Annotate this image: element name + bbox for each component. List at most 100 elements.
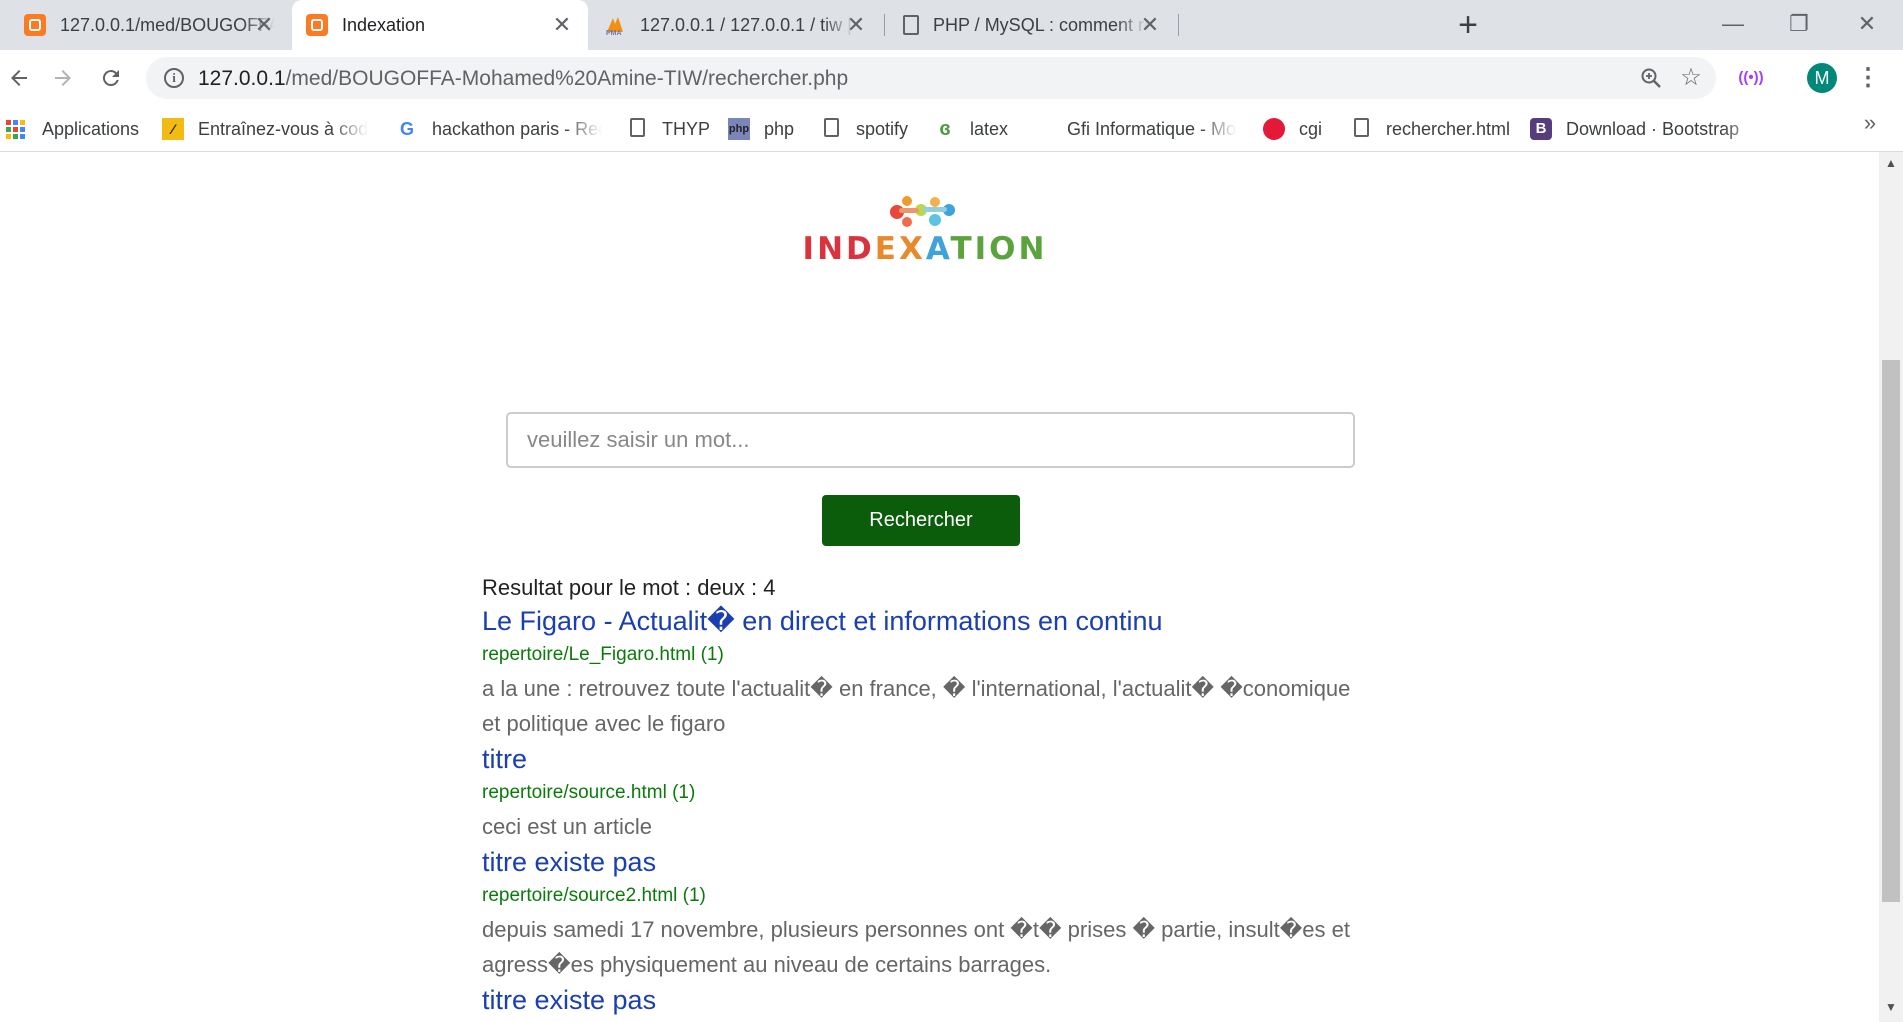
cgi-icon	[1263, 118, 1285, 140]
result-item: titre repertoire/source.html (1) ceci es…	[482, 741, 1362, 844]
search-button[interactable]: Rechercher	[822, 495, 1020, 546]
info-icon[interactable]: i	[164, 68, 184, 88]
overleaf-icon: ɞ	[939, 118, 951, 140]
result-title-link[interactable]: titre	[482, 741, 1362, 777]
bookmark-hackathon[interactable]: G hackathon paris - Rec	[396, 115, 602, 143]
forward-arrow-icon	[55, 70, 71, 86]
php-icon: php	[728, 118, 750, 140]
bookmark-codingame[interactable]: ⁄ Entraînez-vous à coder	[162, 115, 368, 143]
bookmark-cgi[interactable]: cgi	[1263, 115, 1322, 143]
logo-letter: I	[802, 231, 818, 267]
address-bar[interactable]: i 127.0.0.1/med/BOUGOFFA-Mohamed%20Amine…	[146, 57, 1716, 99]
result-summary: Resultat pour le mot : deux : 4	[482, 575, 776, 600]
restore-button[interactable]: ❐	[1774, 4, 1824, 44]
logo-letter: D	[846, 231, 875, 267]
back-arrow-icon	[11, 70, 27, 86]
bookmark-php[interactable]: php php	[728, 115, 794, 143]
bookmark-rechercher[interactable]: rechercher.html	[1350, 115, 1510, 143]
tab-title: 127.0.0.1/med/BOUGOFFA-Mohamed Amine-TIW	[60, 14, 275, 35]
bookmark-bootstrap[interactable]: B Download · Bootstrap	[1530, 115, 1766, 143]
browser-window: 127.0.0.1/med/BOUGOFFA-Mohamed Amine-TIW…	[0, 0, 1903, 1022]
xampp-icon	[24, 14, 46, 36]
scroll-down-arrow-icon[interactable]: ▼	[1885, 1000, 1897, 1014]
scroll-up-arrow-icon[interactable]: ▲	[1885, 156, 1897, 170]
kebab-menu-icon[interactable]: ⋮	[1856, 63, 1880, 93]
logo-letter: N	[1018, 231, 1048, 267]
bookmark-spotify[interactable]: spotify	[820, 115, 908, 143]
google-icon: G	[399, 119, 414, 139]
logo-letter: T	[950, 231, 975, 267]
logo-letter: I	[974, 231, 990, 267]
codingame-icon: ⁄	[162, 118, 184, 140]
bookmark-label: php	[764, 118, 795, 139]
bookmarks-overflow-button[interactable]: »	[1858, 110, 1882, 136]
new-tab-button[interactable]: +	[1448, 6, 1488, 46]
close-tab-icon[interactable]: ✕	[252, 13, 276, 37]
result-title-link[interactable]: titre existe pas	[482, 844, 1362, 880]
bookmark-label: hackathon paris - Rec	[432, 118, 602, 139]
url-text[interactable]: 127.0.0.1/med/BOUGOFFA-Mohamed%20Amine-T…	[198, 67, 848, 91]
svg-text:PMA: PMA	[606, 30, 622, 36]
bookmark-thyp[interactable]: THYP	[626, 115, 710, 143]
phpmyadmin-icon: PMA	[604, 14, 626, 37]
close-tab-icon[interactable]: ✕	[550, 13, 574, 37]
bookmark-label: Applications	[42, 118, 140, 139]
zoom-icon[interactable]	[1636, 63, 1666, 93]
xampp-icon	[306, 14, 328, 36]
document-icon	[1350, 118, 1372, 140]
bookmarks-bar: Applications ⁄ Entraînez-vous à coder G …	[0, 106, 1903, 152]
result-snippet: ceci est un article	[482, 814, 652, 839]
bookmark-label: rechercher.html	[1386, 118, 1511, 139]
scrollbar-thumb[interactable]	[1882, 360, 1900, 902]
avatar[interactable]: M	[1807, 63, 1837, 93]
minimize-button[interactable]: —	[1708, 4, 1758, 44]
apps-grid-icon	[6, 118, 28, 140]
tab-separator	[884, 14, 885, 36]
search-results: Resultat pour le mot : deux : 4 Le Figar…	[482, 572, 1362, 1018]
tab-title: 127.0.0.1 / 127.0.0.1 / tiw | phpMyAdmin	[640, 14, 855, 35]
back-button[interactable]	[0, 59, 38, 97]
reload-icon	[102, 70, 119, 87]
tab-strip: 127.0.0.1/med/BOUGOFFA-Mohamed Amine-TIW…	[0, 0, 1903, 50]
result-url: repertoire/Le_Figaro.html (1)	[482, 644, 724, 665]
result-item: Le Figaro - Actualit� en direct et infor…	[482, 603, 1362, 741]
bookmark-label: Entraînez-vous à coder	[198, 118, 368, 139]
logo-letter: E	[874, 231, 899, 267]
document-icon	[626, 118, 648, 140]
result-title-link[interactable]: titre existe pas	[482, 982, 1362, 1018]
result-snippet: depuis samedi 17 novembre, plusieurs per…	[482, 917, 1350, 977]
result-item: titre existe pas	[482, 982, 1362, 1018]
url-path: /med/BOUGOFFA-Mohamed%20Amine-TIW/recher…	[285, 67, 849, 90]
bookmark-label: THYP	[662, 118, 711, 139]
bookmark-applications[interactable]: Applications	[6, 115, 139, 143]
result-title-link[interactable]: Le Figaro - Actualit� en direct et infor…	[482, 603, 1362, 639]
document-icon	[820, 118, 842, 140]
bookmark-latex[interactable]: ɞ latex	[934, 115, 1008, 143]
url-host: 127.0.0.1	[198, 67, 286, 90]
tab-title: Indexation	[342, 14, 426, 35]
bookmark-label: spotify	[856, 118, 909, 139]
reload-button[interactable]	[92, 59, 130, 97]
tab-phpmyadmin[interactable]: PMA 127.0.0.1 / 127.0.0.1 / tiw | phpMyA…	[590, 0, 882, 50]
tab-indexation[interactable]: Indexation ✕	[292, 0, 588, 50]
close-window-button[interactable]: ✕	[1842, 4, 1892, 44]
vertical-scrollbar[interactable]: ▲ ▼	[1879, 152, 1903, 1022]
tab-xampp-home[interactable]: 127.0.0.1/med/BOUGOFFA-Mohamed Amine-TIW…	[10, 0, 290, 50]
logo-letter: X	[898, 231, 926, 267]
result-url: repertoire/source2.html (1)	[482, 885, 706, 906]
result-snippet: a la une : retrouvez toute l'actualit� e…	[482, 676, 1351, 736]
bookmark-gfi[interactable]: Gfi Informatique - Mo	[1067, 115, 1237, 143]
search-input[interactable]	[506, 412, 1355, 468]
forward-button[interactable]	[44, 59, 82, 97]
bookmark-label: latex	[970, 118, 1009, 139]
tab-title: PHP / MySQL : comment résoudre	[933, 14, 1148, 35]
close-tab-icon[interactable]: ✕	[1138, 13, 1162, 37]
close-tab-icon[interactable]: ✕	[844, 13, 868, 37]
cast-extension-icon[interactable]: ((•))	[1736, 65, 1766, 91]
tab-php-mysql[interactable]: PHP / MySQL : comment résoudre ✕	[886, 0, 1176, 50]
result-url: repertoire/source.html (1)	[482, 782, 696, 803]
star-bookmark-icon[interactable]: ☆	[1676, 63, 1706, 93]
logo-wordmark: INDEXATION	[795, 231, 1055, 267]
logo-letter: A	[925, 231, 951, 267]
page-viewport: INDEXATION Rechercher Resultat pour le m…	[0, 152, 1903, 1022]
